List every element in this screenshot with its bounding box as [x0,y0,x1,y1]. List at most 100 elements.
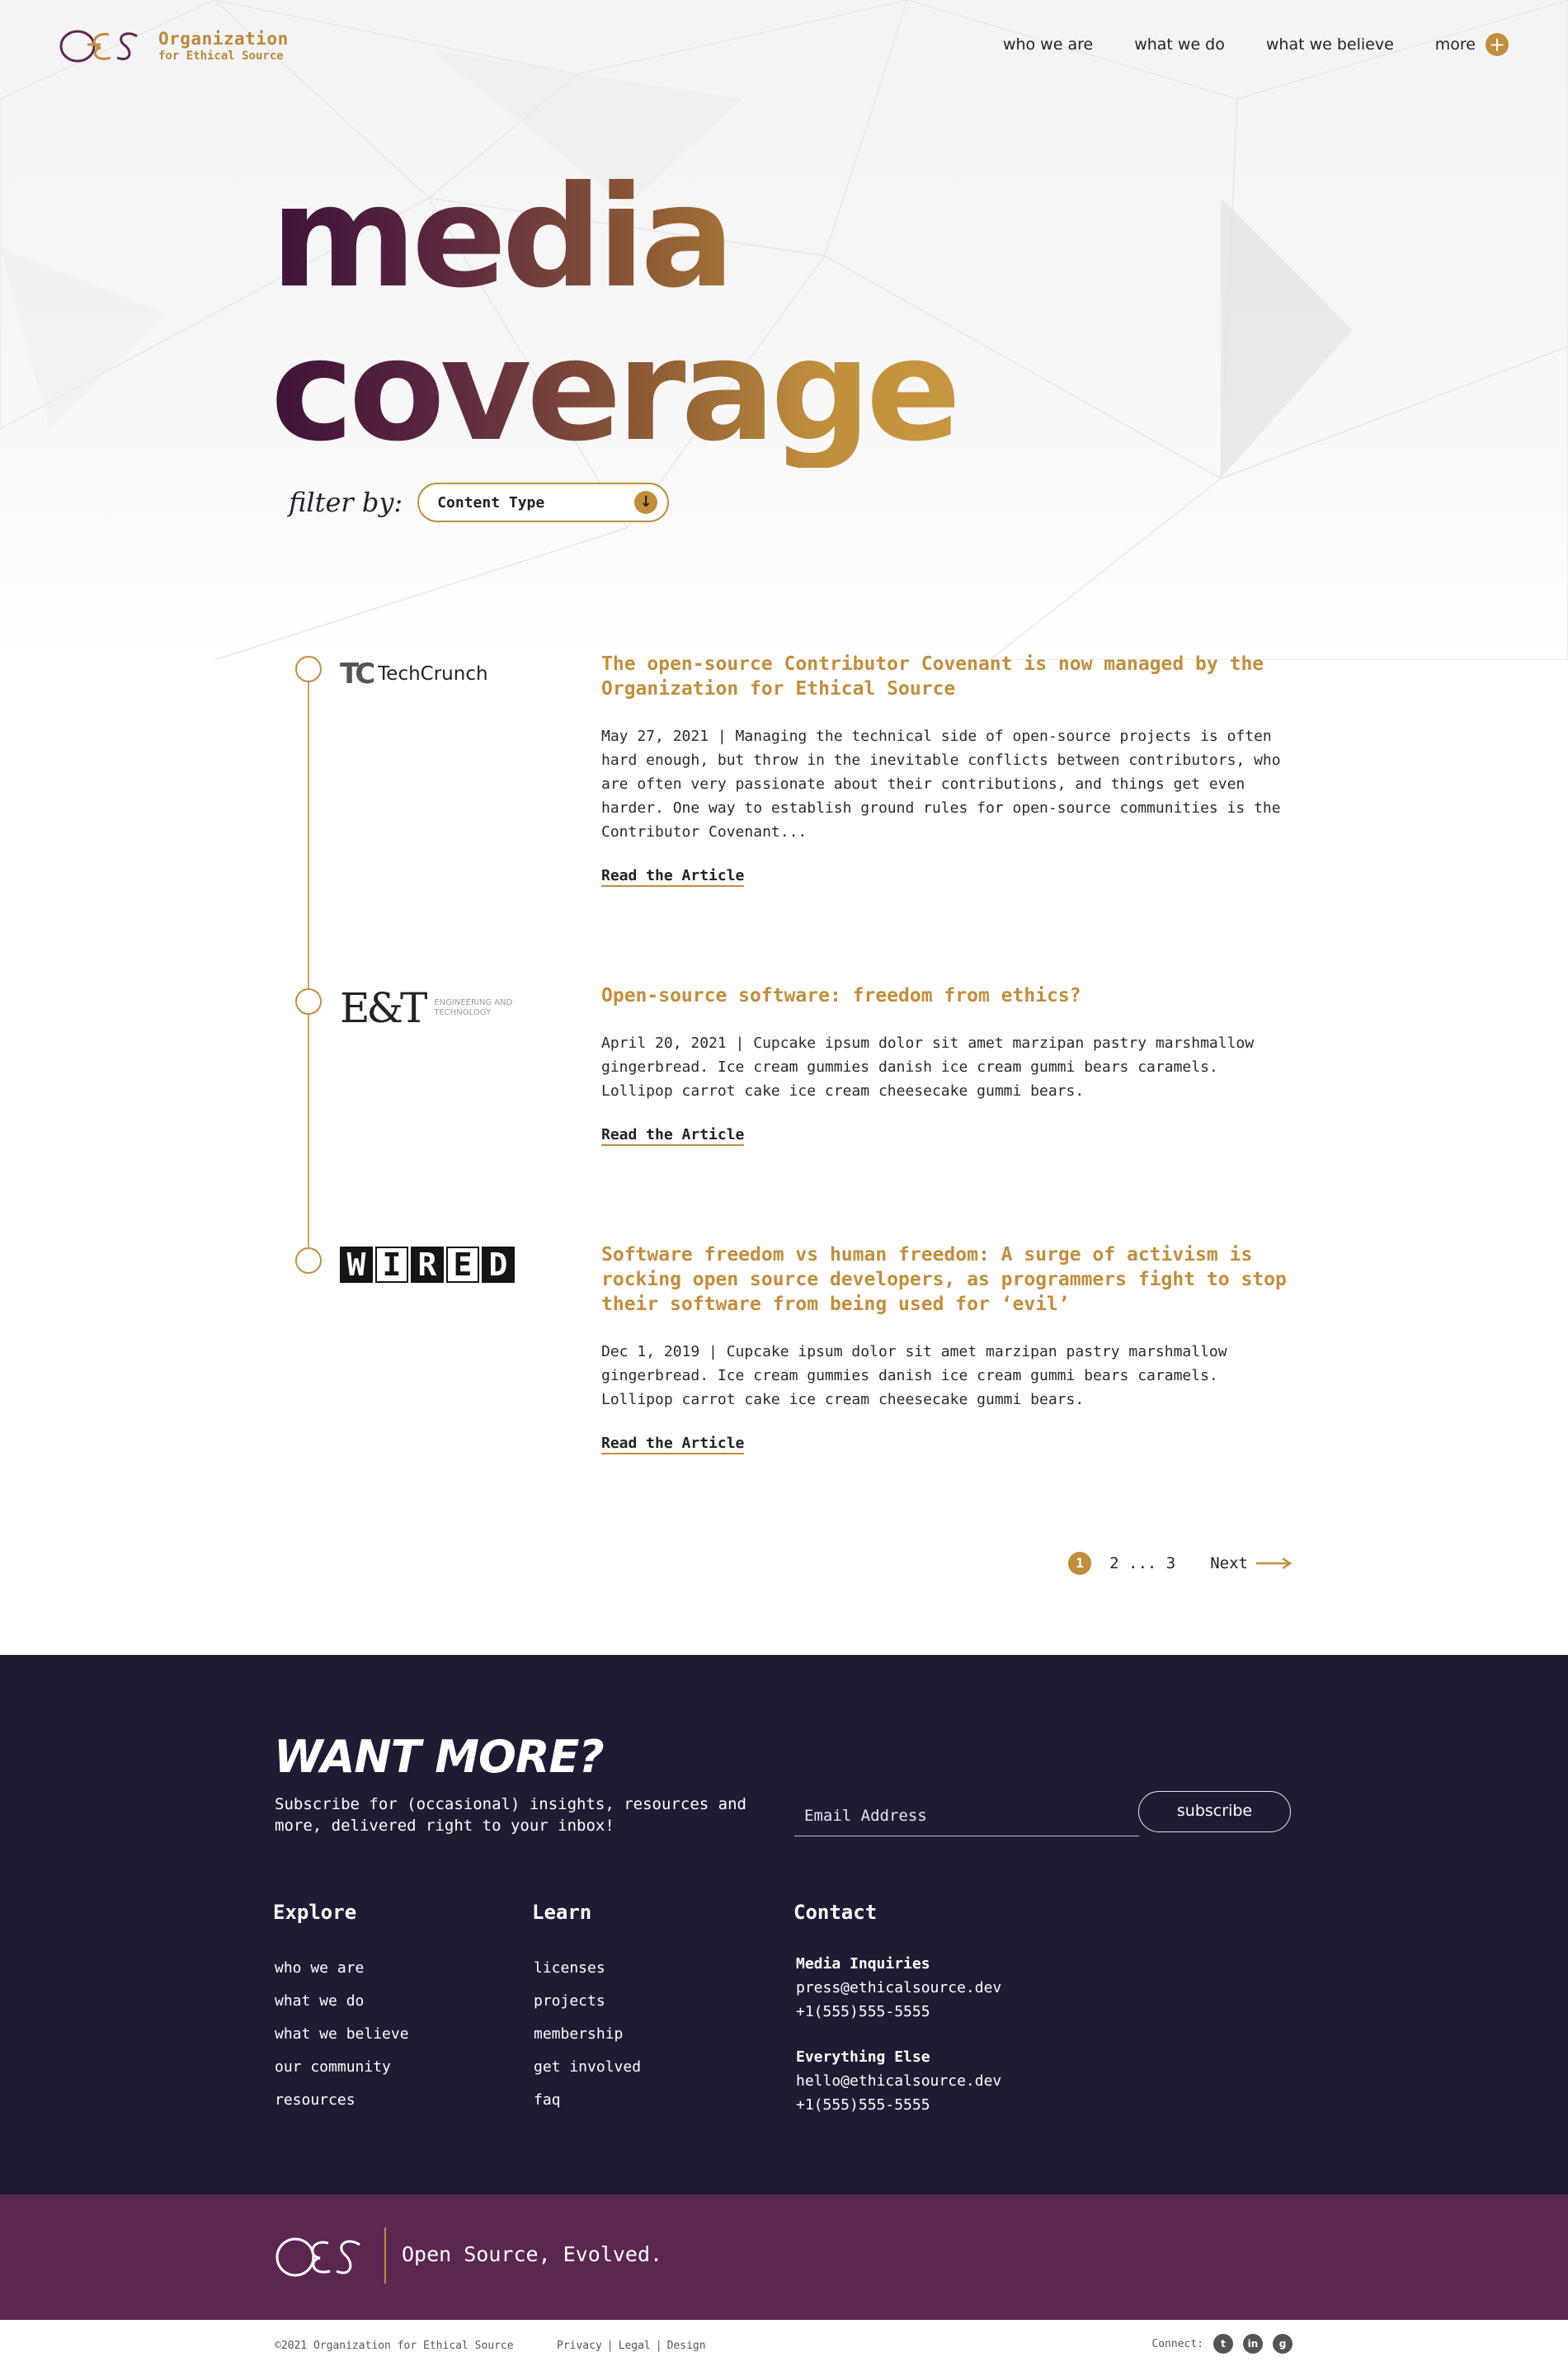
twitter-icon[interactable]: t [1213,2334,1233,2354]
page-title-line2: coverage [271,309,957,473]
footer-link[interactable]: our community [275,2051,409,2084]
footer-link[interactable]: projects [534,1985,641,2018]
footer-explore-heading: Explore [273,1901,357,1924]
footer-link[interactable]: membership [534,2018,641,2051]
email-input[interactable]: Email Address [794,1794,1139,1836]
et-logo: E&T ENGINEERING AND TECHNOLOGY [340,984,516,1032]
footer-link[interactable]: licenses [534,1952,641,1985]
connect-label: Connect: [1151,2337,1203,2350]
hello-email-link[interactable]: hello@ethicalsource.dev [796,2069,1001,2093]
logo-line2: for Ethical Source [158,49,284,64]
divider: | [655,2340,662,2352]
article-excerpt: May 27, 2021 | Managing the technical si… [601,728,1281,841]
logo-text: Organization for Ethical Source [158,29,289,64]
timeline-dot [295,1247,322,1274]
everything-else: Everything Else hello@ethicalsource.dev … [796,2045,1001,2117]
footer-learn-heading: Learn [532,1901,592,1924]
footer-contact-heading: Contact [793,1901,878,1924]
github-icon[interactable]: g [1273,2334,1293,2354]
page-current[interactable]: 1 [1068,1552,1092,1575]
legal-links: Privacy | Legal | Design [557,2340,706,2352]
arrow-right-icon [1256,1558,1293,1569]
nav-who-we-are[interactable]: who we are [1003,35,1093,54]
media-email-link[interactable]: press@ethicalsource.dev [796,1976,1001,2000]
wired-letter: R [411,1247,444,1283]
subscribe-description: Subscribe for (occasional) insights, res… [275,1795,746,1835]
footer-explore: Explore who we are what we do what we be… [273,1901,409,2117]
design-link[interactable]: Design [667,2340,706,2352]
nav-what-we-believe[interactable]: what we believe [1266,35,1394,54]
footer: WANT MORE? Subscribe for (occasional) in… [0,1655,1568,2194]
wired-letter: W [340,1247,373,1283]
linkedin-icon[interactable]: in [1243,2334,1263,2354]
read-article-link[interactable]: Read the Article [601,867,745,887]
nav-more[interactable]: more + [1435,33,1509,56]
page-title: media coverage [271,161,956,468]
techcrunch-mark-icon: TC [340,658,375,691]
article-item: Open-source software: freedom from ethic… [601,983,1294,1146]
read-article-link[interactable]: Read the Article [601,1435,745,1454]
divider: | [606,2340,614,2352]
wired-letter: E [446,1247,479,1283]
media-inquiries-title: Media Inquiries [796,1955,930,1973]
oes-logo-icon [275,2237,360,2277]
article-excerpt: April 20, 2021 | Cupcake ipsum dolor sit… [601,1035,1255,1100]
footer-link[interactable]: resources [275,2084,409,2117]
page-title-line1: media [271,156,731,319]
else-phone: +1(555)555-5555 [796,2096,930,2114]
content-type-select[interactable]: Content Type ↓ [417,483,670,522]
brand-band: Open Source, Evolved. [0,2194,1568,2320]
media-inquiries: Media Inquiries press@ethicalsource.dev … [796,1952,1001,2024]
plus-circle-icon: + [1486,33,1509,56]
social-links: Connect: t in g [1151,2334,1293,2354]
filter-bar: filter by: Content Type ↓ [289,483,670,522]
next-page-link[interactable]: Next [1210,1554,1293,1572]
content-type-value: Content Type [437,493,545,511]
wired-letter: D [482,1247,515,1283]
bottom-bar: ©2021 Organization for Ethical Source Pr… [0,2320,1568,2371]
footer-link[interactable]: who we are [275,1952,409,1985]
arrow-down-circle-icon: ↓ [634,491,658,514]
timeline-line [308,669,309,1261]
page: Organization for Ethical Source who we a… [0,0,1568,2371]
footer-link[interactable]: what we do [275,1985,409,2018]
everything-else-title: Everything Else [796,2048,930,2066]
footer-learn: Learn licenses projects membership get i… [532,1901,641,2117]
article-title[interactable]: Software freedom vs human freedom: A sur… [601,1242,1294,1317]
logo-line1: Organization [158,29,289,49]
legal-link[interactable]: Legal [619,2340,651,2352]
footer-contact: Contact Media Inquiries press@ethicalsou… [793,1901,1001,2138]
copyright: ©2021 Organization for Ethical Source [275,2340,514,2352]
article-title[interactable]: The open-source Contributor Covenant is … [601,652,1294,701]
et-subtitle: ENGINEERING AND TECHNOLOGY [434,998,513,1017]
nav-more-label: more [1434,35,1476,54]
main-nav: who we are what we do what we believe mo… [1003,33,1509,56]
read-article-link[interactable]: Read the Article [601,1126,745,1146]
timeline-dot [295,656,322,682]
footer-link[interactable]: get involved [534,2051,641,2084]
wired-logo: W I R E D [340,1247,515,1283]
media-phone: +1(555)555-5555 [796,2003,930,2020]
page-links[interactable]: 2 ... 3 [1109,1554,1175,1572]
et-mark: E&T [340,984,427,1032]
brand-separator [384,2227,386,2284]
techcrunch-logo: TC TechCrunch [340,658,488,691]
techcrunch-wordmark: TechCrunch [378,663,488,685]
subscribe-button[interactable]: subscribe [1138,1791,1291,1832]
pagination: 1 2 ... 3 Next [1068,1552,1293,1575]
filter-label: filter by: [289,487,403,518]
footer-link[interactable]: what we believe [275,2018,409,2051]
oes-logo-icon [59,30,138,63]
article-excerpt: Dec 1, 2019 | Cupcake ipsum dolor sit am… [601,1343,1227,1408]
timeline-dot [295,988,322,1015]
footer-link[interactable]: faq [534,2084,641,2117]
nav-what-we-do[interactable]: what we do [1134,35,1225,54]
privacy-link[interactable]: Privacy [557,2340,602,2352]
next-label: Next [1210,1554,1248,1572]
article-title[interactable]: Open-source software: freedom from ethic… [601,983,1294,1008]
want-more-heading: WANT MORE? [274,1731,605,1783]
wired-letter: I [375,1247,408,1283]
site-logo[interactable]: Organization for Ethical Source [58,25,289,68]
brand-tagline: Open Source, Evolved. [402,2242,663,2266]
article-item: Software freedom vs human freedom: A sur… [601,1242,1294,1454]
